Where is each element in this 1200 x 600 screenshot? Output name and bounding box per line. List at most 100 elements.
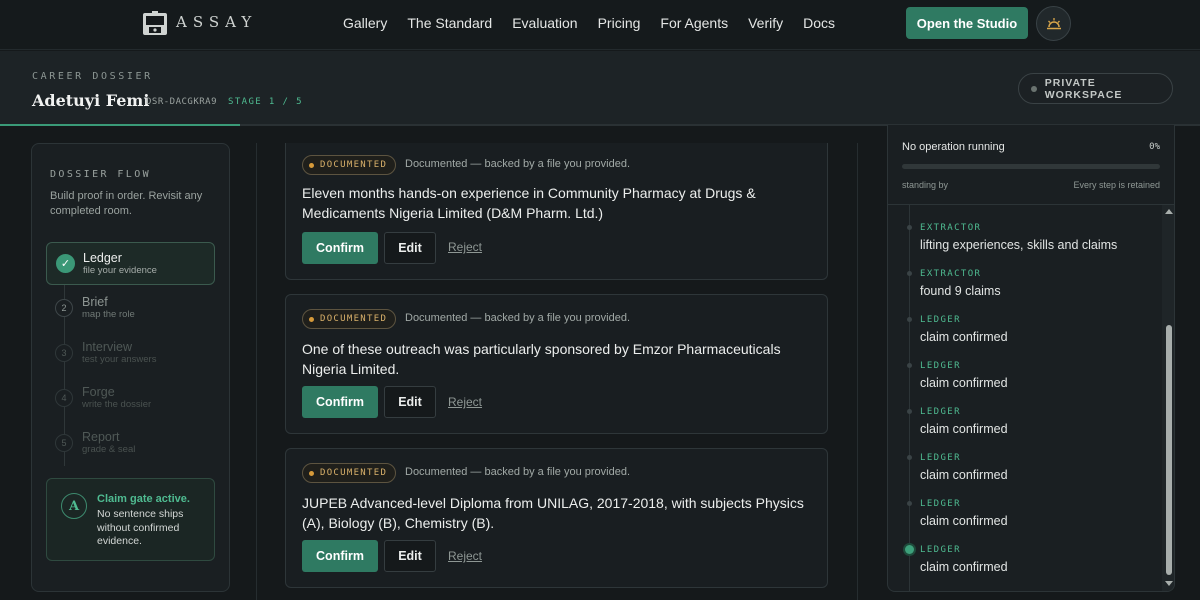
nav-link-pricing[interactable]: Pricing — [598, 15, 641, 31]
badge-dot-icon — [309, 162, 314, 168]
event-tag: LEDGER — [920, 361, 961, 371]
open-studio-button[interactable]: Open the Studio — [906, 7, 1028, 39]
theme-toggle-button[interactable] — [1036, 6, 1071, 41]
claim-text: One of these outreach was particularly s… — [302, 341, 781, 377]
nav-link-agents[interactable]: For Agents — [660, 15, 728, 31]
nav-link-standard[interactable]: The Standard — [407, 15, 492, 31]
scroll-down-arrow-icon[interactable] — [1165, 581, 1173, 586]
claim-gate-notice: A Claim gate active. No sentence ships w… — [46, 478, 215, 561]
event-text: claim confirmed — [920, 468, 1008, 482]
flow-title: DOSSIER FLOW — [50, 169, 152, 180]
badge-dot-icon — [309, 470, 314, 476]
flow-description: Build proof in order. Revisit any comple… — [50, 190, 203, 217]
event-tag: LEDGER — [920, 545, 961, 555]
badge-label: DOCUMENTED — [320, 314, 388, 324]
header-kicker: CAREER DOSSIER — [32, 71, 153, 82]
edit-button[interactable]: Edit — [384, 232, 436, 264]
timeline-dot-icon — [907, 501, 912, 506]
scroll-up-arrow-icon[interactable] — [1165, 209, 1173, 214]
operation-progress-bar — [902, 164, 1160, 169]
feed-scrollbar[interactable] — [1162, 205, 1174, 591]
private-workspace-label: PRIVATE WORKSPACE — [1044, 76, 1123, 101]
edit-button[interactable]: Edit — [384, 540, 436, 572]
badge-label: DOCUMENTED — [320, 160, 388, 170]
reject-link[interactable]: Reject — [448, 240, 482, 254]
event-text: claim confirmed — [920, 422, 1008, 436]
feed-event: LEDGER claim confirmed — [888, 449, 1158, 495]
timeline-dot-icon — [907, 455, 912, 460]
step-label: Ledger — [83, 251, 122, 265]
assay-logo-icon[interactable] — [142, 10, 168, 38]
event-tag: LEDGER — [920, 453, 961, 463]
event-text: claim confirmed — [920, 560, 1008, 574]
confirm-button[interactable]: Confirm — [302, 386, 378, 418]
confirm-button[interactable]: Confirm — [302, 232, 378, 264]
nav-link-evaluation[interactable]: Evaluation — [512, 15, 577, 31]
event-tag: LEDGER — [920, 499, 961, 509]
stage-progress-fill — [0, 124, 240, 126]
claim-text: JUPEB Advanced-level Diploma from UNILAG… — [302, 495, 804, 531]
claim-card: DOCUMENTED Documented — backed by a file… — [285, 294, 828, 434]
scroll-thumb[interactable] — [1166, 325, 1172, 575]
step-sublabel: write the dossier — [82, 399, 152, 410]
nav-link-verify[interactable]: Verify — [748, 15, 783, 31]
retention-note: Every step is retained — [1073, 180, 1160, 190]
event-text: claim confirmed — [920, 514, 1008, 528]
timeline-dot-icon — [907, 363, 912, 368]
event-text: lifting experiences, skills and claims — [920, 238, 1118, 252]
evidence-note: Documented — backed by a file you provid… — [405, 466, 631, 478]
activity-feed[interactable]: EXTRACTOR lifting experiences, skills an… — [888, 205, 1162, 591]
claim-card: DOCUMENTED Documented — backed by a file… — [285, 143, 828, 280]
flow-step-ledger[interactable]: ✓ Ledger file your evidence — [46, 242, 215, 285]
confirm-button[interactable]: Confirm — [302, 540, 378, 572]
step-sublabel: grade & seal — [82, 444, 136, 455]
edit-button[interactable]: Edit — [384, 386, 436, 418]
feed-event: LEDGER claim confirmed — [888, 495, 1158, 541]
nav-link-gallery[interactable]: Gallery — [343, 15, 387, 31]
timeline-dot-icon — [907, 317, 912, 322]
nav-links: Gallery The Standard Evaluation Pricing … — [333, 15, 845, 31]
step-label: Brief — [82, 295, 108, 309]
sun-horizon-icon — [1046, 17, 1061, 29]
operation-percent: 0% — [1149, 142, 1160, 152]
step-number: 4 — [55, 389, 73, 407]
feed-event: EXTRACTOR lifting experiences, skills an… — [888, 219, 1158, 265]
timeline-dot-icon — [907, 225, 912, 230]
event-tag: LEDGER — [920, 315, 961, 325]
feed-event-latest: LEDGER claim confirmed — [888, 541, 1158, 587]
step-label: Interview — [82, 340, 133, 354]
step-sublabel: file your evidence — [83, 265, 157, 276]
stage-indicator: STAGE 1 / 5 — [228, 97, 304, 107]
dossier-flow-panel: DOSSIER FLOW Build proof in order. Revis… — [31, 143, 230, 592]
step-label: Forge — [82, 385, 115, 399]
check-icon: ✓ — [56, 254, 75, 273]
documented-badge: DOCUMENTED — [302, 463, 397, 483]
dossier-id: DSR-DACGKRA9 — [146, 97, 218, 107]
nav-link-docs[interactable]: Docs — [803, 15, 835, 31]
claim-gate-title: Claim gate active. — [97, 493, 190, 505]
step-number: 2 — [55, 299, 73, 317]
flow-step-brief[interactable]: 2 Brief map the role — [46, 287, 215, 330]
documented-badge: DOCUMENTED — [302, 155, 397, 175]
dossier-header: CAREER DOSSIER Adetuyi Femi DSR-DACGKRA9… — [0, 51, 1200, 126]
claim-card: DOCUMENTED Documented — backed by a file… — [285, 448, 828, 588]
activity-panel: No operation running 0% standing by Ever… — [887, 125, 1175, 592]
evidence-note: Documented — backed by a file you provid… — [405, 158, 631, 170]
documented-badge: DOCUMENTED — [302, 309, 397, 329]
brand-name[interactable]: ASSAY — [176, 13, 257, 31]
event-text: claim confirmed — [920, 376, 1008, 390]
timeline-dot-icon — [907, 271, 912, 276]
step-number: 5 — [55, 434, 73, 452]
reject-link[interactable]: Reject — [448, 549, 482, 563]
reject-link[interactable]: Reject — [448, 395, 482, 409]
grade-seal-icon: A — [61, 493, 87, 519]
timeline-dot-active-icon — [905, 545, 914, 554]
private-workspace-badge[interactable]: PRIVATE WORKSPACE — [1018, 73, 1173, 104]
evidence-note: Documented — backed by a file you provid… — [405, 312, 631, 324]
badge-label: DOCUMENTED — [320, 468, 388, 478]
step-label: Report — [82, 430, 120, 444]
timeline-dot-icon — [907, 409, 912, 414]
event-tag: EXTRACTOR — [920, 269, 982, 279]
candidate-name: Adetuyi Femi — [32, 91, 150, 110]
step-number: 3 — [55, 344, 73, 362]
